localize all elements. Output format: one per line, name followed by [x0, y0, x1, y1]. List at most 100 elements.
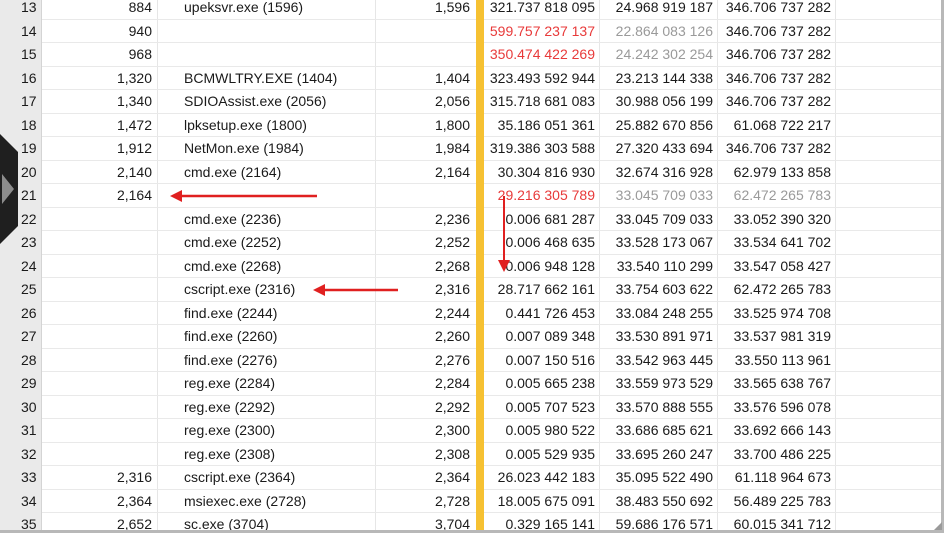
pid-cell: 2,308 [434, 445, 470, 462]
expander-cell [42, 490, 60, 514]
empty-cell [836, 0, 944, 20]
pid-cell: 1,596 [434, 0, 470, 15]
value-cell: 26.023 442 183 [484, 466, 600, 490]
parent-pid-cell [60, 231, 158, 255]
table-row[interactable]: 13 884 upeksvr.exe (1596) 1,596 321.737 818 … [0, 0, 944, 20]
expander-cell [42, 443, 60, 467]
parent-pid-cell: 1,472 [60, 113, 158, 137]
annotation-arrow-down [498, 196, 510, 272]
value-cell: 0.005 980 522 [484, 419, 600, 443]
table-row[interactable]: 27 find.exe (2260) 2,260 0.007 089 348 33.53… [0, 325, 944, 349]
empty-cell [836, 466, 944, 490]
process-name-cell: lpksetup.exe (1800) [158, 113, 376, 137]
table-row[interactable]: 20 2,140 cmd.exe (2164) 2,164 30.304 816 930… [0, 160, 944, 184]
table-row[interactable]: 17 1,340 SDIOAssist.exe (2056) 2,056 315.718… [0, 90, 944, 114]
table-row[interactable]: 29 reg.exe (2284) 2,284 0.005 665 238 33.559… [0, 372, 944, 396]
parent-pid-cell: 2,316 [60, 466, 158, 490]
value-cell: 24.242 302 254 [600, 43, 718, 67]
pid-cell: 2,292 [434, 398, 470, 415]
process-name-cell: find.exe (2260) [158, 325, 376, 349]
value-cell: 18.005 675 091 [484, 489, 600, 513]
value-cell: 33.045 709 033 [600, 207, 718, 231]
empty-cell [836, 419, 944, 443]
process-name-cell: find.exe (2244) [158, 301, 376, 325]
table-row[interactable]: 26 find.exe (2244) 2,244 0.441 726 453 33.08… [0, 301, 944, 326]
empty-cell [836, 349, 944, 373]
pid-cell [376, 184, 476, 208]
process-name-cell: reg.exe (2300) [158, 419, 376, 443]
value-cell: 33.754 603 622 [600, 278, 718, 302]
table-row[interactable]: 30 reg.exe (2292) 2,292 0.005 707 523 33.570… [0, 395, 944, 419]
value-cell: 33.540 110 299 [600, 254, 718, 278]
pid-cell [376, 20, 476, 44]
table-row[interactable]: 23 cmd.exe (2252) 2,252 0.006 468 635 33.528… [0, 231, 944, 255]
resize-grip-icon[interactable] [934, 522, 942, 530]
row-number-cell: 25 [0, 278, 42, 302]
table-row[interactable]: 19 1,912 NetMon.exe (1984) 1,984 319.386 303… [0, 137, 944, 161]
row-number-cell: 13 [0, 0, 42, 20]
empty-cell [836, 278, 944, 302]
value-cell: 38.483 550 692 [600, 489, 718, 513]
table-row[interactable]: 15+968 350.474 422 26924.242 302 254346.7… [0, 43, 944, 67]
value-cell: 33.692 666 143 [718, 419, 836, 443]
value-cell: 33.052 390 320 [718, 207, 836, 231]
table-row[interactable]: 16 1,320 BCMWLTRY.EXE (1404) 1,404 323.493 5… [0, 66, 944, 91]
empty-cell [836, 67, 944, 91]
row-number-cell: 27 [0, 325, 42, 349]
row-number-cell: 31 [0, 419, 42, 443]
value-cell: 346.706 737 282 [718, 0, 836, 20]
table-row[interactable]: 25 cscript.exe (2316) 2,316 28.717 662 161 3… [0, 278, 944, 302]
pid-cell: 2,252 [434, 234, 470, 250]
parent-pid-cell [60, 395, 158, 419]
value-cell: 33.530 891 971 [600, 325, 718, 349]
table-row[interactable]: 18 1,472 lpksetup.exe (1800) 1,800 35.186 05… [0, 113, 944, 138]
value-cell: 0.005 707 523 [484, 395, 600, 419]
value-cell: 33.700 486 225 [718, 442, 836, 466]
parent-pid-cell [60, 301, 158, 325]
expander-cell [42, 0, 60, 20]
value-cell: 0.005 665 238 [484, 372, 600, 396]
value-cell: 0.441 726 453 [484, 301, 600, 325]
table-row[interactable]: 14+940 599.757 237 13722.864 083 126346.7… [0, 19, 944, 44]
expander-cell [42, 466, 60, 490]
table-row[interactable]: 21−2,16429.216 305 78933.045 709 03362.4… [0, 184, 944, 208]
pid-cell: 2,284 [434, 375, 470, 391]
value-cell: 33.565 638 767 [718, 372, 836, 396]
expander-cell [42, 90, 60, 114]
table-row[interactable]: 28 find.exe (2276) 2,276 0.007 150 516 33.54… [0, 348, 944, 373]
pid-cell: 2,364 [434, 469, 470, 485]
gold-separator-column [476, 0, 484, 533]
empty-cell [836, 184, 944, 208]
table-row[interactable]: 32 reg.exe (2308) 2,308 0.005 529 935 33.695… [0, 442, 944, 467]
table-row[interactable]: 24 cmd.exe (2268) 2,268 0.006 948 128 33.540… [0, 254, 944, 278]
row-number-cell: 29 [0, 372, 42, 396]
row-number-cell: 34 [0, 489, 42, 513]
pid-cell: 1,404 [434, 69, 470, 86]
process-name-cell: msiexec.exe (2728) [158, 489, 376, 513]
value-cell: 23.213 144 338 [600, 66, 718, 90]
parent-pid-cell: 2,140 [60, 160, 158, 184]
process-name-cell: cmd.exe (2164) [158, 160, 376, 184]
data-grid[interactable]: 13 884 upeksvr.exe (1596) 1,596 321.737 818 … [0, 0, 944, 533]
value-cell: 25.882 670 856 [600, 113, 718, 137]
parent-pid-cell: 968 [60, 43, 158, 67]
table-row[interactable]: 22 cmd.exe (2236) 2,236 0.006 681 287 33.045… [0, 207, 944, 232]
expander-cell [42, 302, 60, 326]
pid-cell: 2,728 [434, 492, 470, 509]
table-row[interactable]: 33 2,316 cscript.exe (2364) 2,364 26.023 442… [0, 466, 944, 490]
value-cell: 30.988 056 199 [600, 90, 718, 114]
table-row[interactable]: 31 reg.exe (2300) 2,300 0.005 980 522 33.686… [0, 419, 944, 443]
value-cell: 56.489 225 783 [718, 489, 836, 513]
side-panel-chevron-icon[interactable] [0, 134, 22, 244]
empty-cell [836, 114, 944, 138]
process-name-cell: cmd.exe (2268) [158, 254, 376, 278]
pid-cell: 2,260 [434, 328, 470, 344]
value-cell: 346.706 737 282 [718, 66, 836, 90]
process-name-cell: SDIOAssist.exe (2056) [158, 90, 376, 114]
process-name-cell [158, 19, 376, 43]
value-cell: 62.472 265 783 [718, 184, 836, 208]
expander-cell [42, 208, 60, 232]
row-number-cell: 33 [0, 466, 42, 490]
table-row[interactable]: 34 2,364 msiexec.exe (2728) 2,728 18.005 675… [0, 489, 944, 514]
expander-cell [42, 419, 60, 443]
